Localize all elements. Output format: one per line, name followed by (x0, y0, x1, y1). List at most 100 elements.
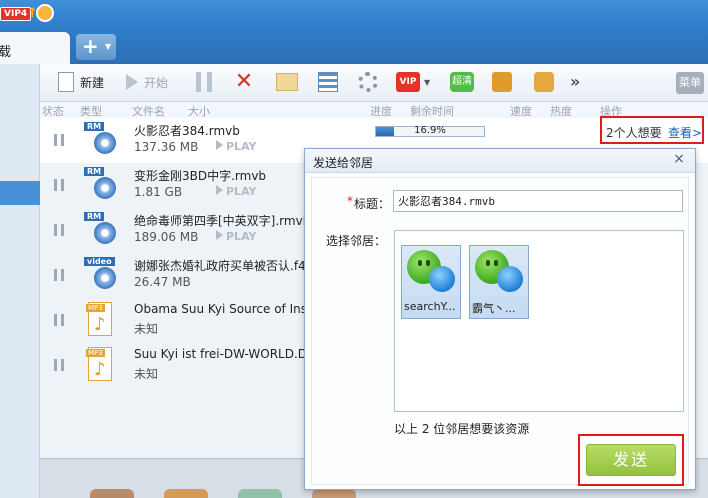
settings-button[interactable] (358, 70, 378, 94)
column-header-progress[interactable]: 进度 (370, 103, 392, 119)
pause-icon[interactable] (54, 314, 64, 326)
wanted-highlight: 2个人想要 查看> (600, 116, 704, 144)
toolbar: 新建 开始 ✕ VIP ▼ 超清 » 菜单 (40, 64, 708, 102)
hd-icon: 超清 (450, 72, 474, 92)
send-button-highlight: 发送 (578, 434, 684, 486)
neighbor-name: searchY... (404, 300, 456, 313)
neighbor-name: 霸气丶... (472, 302, 516, 315)
thumbnail[interactable] (90, 489, 134, 498)
sidebar (0, 64, 40, 498)
required-mark: * (347, 194, 353, 208)
file-name: 变形金刚3BD中字.rmvb (134, 169, 267, 183)
file-size: 1.81 GB (134, 185, 183, 199)
delete-button[interactable]: ✕ (234, 70, 254, 94)
more-button[interactable]: » (570, 70, 590, 94)
tab-bar: 载 + ▼ (0, 30, 708, 64)
dialog-header: 发送给邻居 × (305, 149, 695, 173)
file-name: 谢娜张杰婚礼政府买单被否认.f4 (134, 259, 306, 273)
file-size: 137.36 MB (134, 140, 199, 154)
pause-icon[interactable] (54, 359, 64, 371)
thumbnail[interactable] (164, 489, 208, 498)
download-progress-bar: 16.9% (375, 125, 485, 137)
game-button[interactable] (534, 70, 554, 94)
neighbor-avatar-icon (407, 250, 455, 294)
pause-icon[interactable] (54, 269, 64, 281)
title-field-label: 标题： (354, 197, 391, 211)
rm-file-icon: RM (84, 212, 116, 248)
tab-label: 载 (0, 45, 12, 60)
file-name: 火影忍者384.rmvb (134, 124, 240, 138)
mp3-file-icon: MP3 ♪ (84, 302, 116, 338)
list-icon (318, 72, 338, 92)
menu-button[interactable]: 菜单 (676, 72, 704, 94)
hd-button[interactable]: 超清 (450, 70, 474, 94)
neighbors-label: 选择邻居： (326, 234, 387, 248)
start-label: 开始 (144, 75, 169, 90)
neighbor-list: searchY... 霸气丶... (394, 230, 684, 412)
progress-percent: 16.9% (414, 125, 446, 136)
rm-file-icon: RM (84, 167, 116, 203)
play-icon (216, 185, 223, 195)
send-button[interactable]: 发送 (586, 444, 676, 476)
neighbor-avatar-icon (475, 250, 523, 294)
column-header-filename[interactable]: 文件名 (132, 103, 165, 119)
thumbnail[interactable] (238, 489, 282, 498)
play-icon (126, 74, 138, 90)
column-header-size[interactable]: 大小 (188, 103, 210, 119)
wanted-count-text: 2个人想要 (606, 126, 662, 140)
play-icon (216, 230, 223, 240)
close-icon[interactable]: × (669, 151, 689, 169)
store-button[interactable] (492, 70, 512, 94)
column-header-type[interactable]: 类型 (80, 103, 102, 119)
chevron-down-icon[interactable]: ▼ (105, 42, 111, 51)
play-button[interactable]: PLAY (216, 185, 257, 198)
play-button[interactable]: PLAY (216, 230, 257, 243)
user-avatar-icon[interactable] (36, 4, 54, 22)
new-task-button[interactable]: 新建 (58, 70, 104, 94)
play-button[interactable]: PLAY (216, 140, 257, 153)
chevron-down-icon[interactable]: ▼ (424, 78, 430, 87)
thumbnail[interactable] (312, 489, 356, 498)
column-header-heat[interactable]: 热度 (550, 103, 572, 119)
delete-x-icon: ✕ (234, 69, 254, 94)
open-folder-button[interactable] (276, 70, 298, 94)
mp3-file-icon: MP3 ♪ (84, 347, 116, 383)
rm-file-icon: RM (84, 122, 116, 158)
neighbor-item[interactable]: 霸气丶... (469, 245, 529, 319)
play-icon (216, 140, 223, 150)
vip-button[interactable]: VIP ▼ (396, 70, 430, 94)
file-name: Suu Kyi ist frei-DW-WORLD.DE (134, 347, 315, 361)
neighbor-item[interactable]: searchY... (401, 245, 461, 319)
new-file-icon (58, 72, 74, 92)
title-bar: VIP4 ↑ (0, 0, 708, 30)
pause-button[interactable] (196, 70, 212, 94)
file-size: 26.47 MB (134, 275, 191, 289)
file-name: Obama Suu Kyi Source of Insp (134, 302, 315, 316)
new-task-label: 新建 (80, 75, 105, 90)
new-tab-button[interactable]: + ▼ (76, 34, 116, 60)
shopping-cart-icon (492, 72, 512, 92)
list-view-button[interactable] (318, 70, 338, 94)
title-input[interactable] (393, 190, 683, 212)
double-chevron-right-icon: » (570, 72, 581, 91)
gamepad-icon (534, 72, 554, 92)
view-wanted-link[interactable]: 查看> (668, 124, 702, 141)
tab-downloads[interactable]: 载 (0, 32, 70, 64)
file-size: 189.06 MB (134, 230, 199, 244)
column-header-remaining[interactable]: 剩余时间 (410, 103, 454, 119)
sidebar-item-selected[interactable] (0, 181, 40, 205)
pause-icon[interactable] (54, 134, 64, 146)
dialog-title: 发送给邻居 (313, 156, 374, 170)
pause-icon[interactable] (54, 224, 64, 236)
vip-icon: VIP (396, 72, 420, 92)
column-header-speed[interactable]: 速度 (510, 103, 532, 119)
column-header-status[interactable]: 状态 (42, 103, 64, 119)
video-file-icon: video (84, 257, 116, 293)
gear-icon (358, 72, 378, 92)
pause-icon[interactable] (54, 179, 64, 191)
plus-icon: + (82, 34, 99, 58)
file-size: 未知 (134, 322, 159, 336)
neighbor-count-text: 以上 2 位邻居想要该资源 (394, 422, 530, 436)
pause-icon (196, 72, 212, 92)
start-button[interactable]: 开始 (126, 70, 168, 94)
